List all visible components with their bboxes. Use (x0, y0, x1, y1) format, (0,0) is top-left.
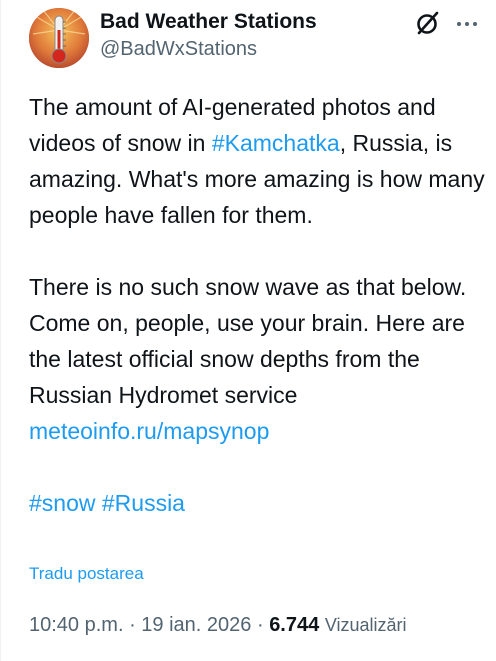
author-display-name[interactable]: Bad Weather Stations (100, 8, 317, 36)
meteoinfo-link[interactable]: meteoinfo.ru/mapsynop (29, 418, 269, 444)
meta-separator: · (251, 614, 270, 636)
tweet-paragraph-2: There is no such snow wave as that below… (29, 269, 485, 449)
more-options-icon[interactable] (453, 9, 481, 37)
hashtag-kamchatka-link[interactable]: #Kamchatka (212, 130, 340, 156)
meta-separator: · (123, 614, 142, 636)
author-handle[interactable]: @BadWxStations (100, 36, 317, 62)
views-count: 6.744 (269, 614, 320, 636)
thermometer-sun-icon (29, 8, 89, 68)
tweet-hashtags: #snow #Russia (29, 485, 485, 521)
tweet-paragraph-1: The amount of AI-generated photos and vi… (29, 89, 485, 233)
author-block: Bad Weather Stations @BadWxStations (100, 8, 317, 62)
translate-post-link[interactable]: Tradu postarea (29, 562, 144, 586)
hashtag-russia-link[interactable]: #Russia (102, 490, 185, 516)
avatar[interactable] (29, 8, 89, 68)
tweet-text: The amount of AI-generated photos and vi… (29, 89, 485, 521)
post-time[interactable]: 10:40 p.m. (29, 614, 124, 636)
post-date[interactable]: 19 ian. 2026 (141, 614, 251, 636)
views-label[interactable]: Vizualizări (325, 615, 407, 635)
post: Bad Weather Stations @BadWxStations The … (0, 0, 496, 661)
post-header: Bad Weather Stations @BadWxStations (29, 6, 485, 70)
tweet-text-segment: There is no such snow wave as that below… (29, 274, 467, 408)
post-meta: 10:40 p.m. · 19 ian. 2026 · 6.744 Vizual… (29, 611, 407, 639)
grok-icon[interactable] (414, 9, 442, 37)
hashtag-snow-link[interactable]: #snow (29, 490, 95, 516)
